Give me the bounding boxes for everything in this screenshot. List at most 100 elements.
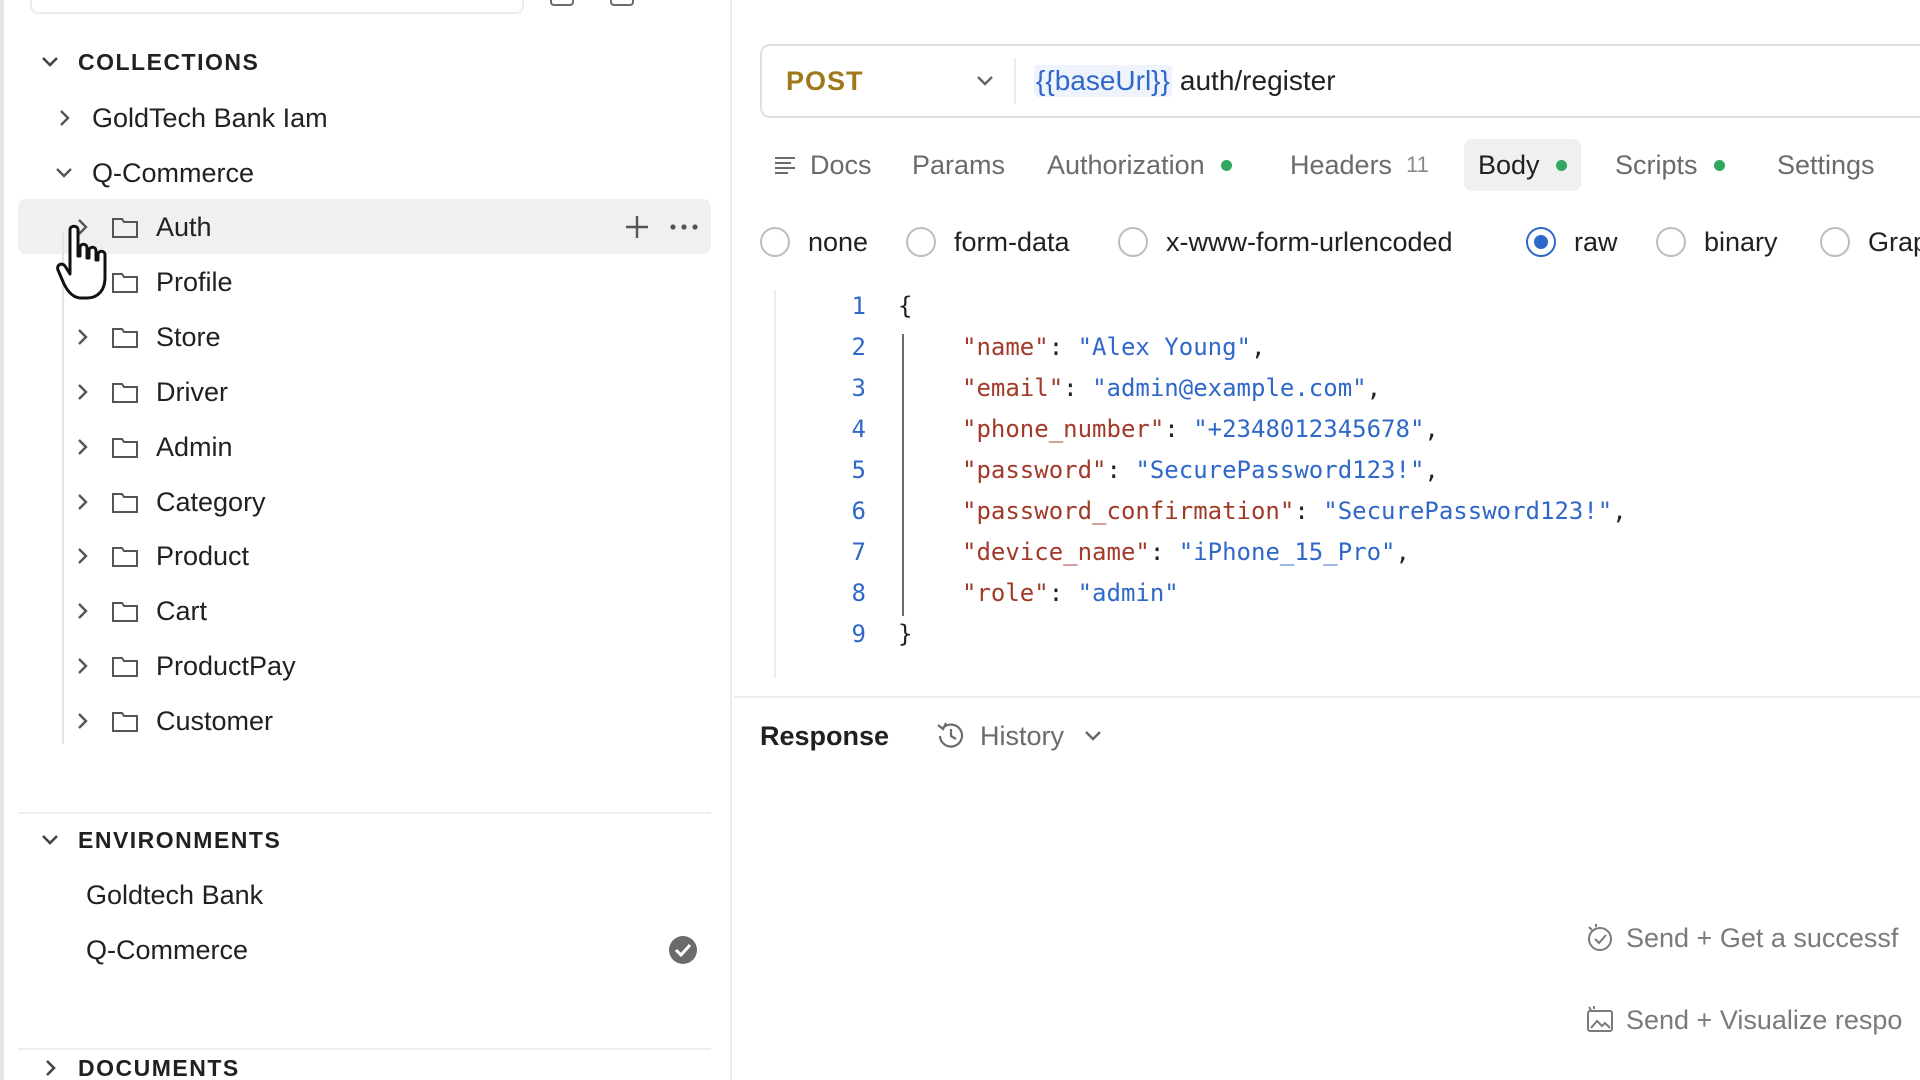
folder-label: Admin xyxy=(156,431,233,462)
tab-params[interactable]: Params xyxy=(912,139,1005,191)
url-path: auth/register xyxy=(1179,65,1336,96)
json-key: "email" xyxy=(962,374,1064,402)
folder-admin[interactable]: Admin xyxy=(68,422,233,472)
chevron-right-icon xyxy=(68,323,96,351)
sidebar-divider xyxy=(18,812,711,814)
docs-icon xyxy=(775,157,795,174)
folder-label: Customer xyxy=(156,705,274,736)
json-comma: , xyxy=(1612,497,1627,525)
tab-body[interactable]: Body xyxy=(1464,139,1581,191)
sidebar: COLLECTIONS GoldTech Bank Iam Q-Commerce… xyxy=(0,0,732,1080)
method-select[interactable]: POST xyxy=(786,46,864,116)
folder-product[interactable]: Product xyxy=(68,531,249,581)
json-value: "admin" xyxy=(1077,579,1179,607)
body-type-label: binary xyxy=(1704,226,1778,257)
image-icon xyxy=(1587,1006,1613,1032)
active-check-icon xyxy=(668,935,698,965)
add-icon[interactable] xyxy=(622,212,652,242)
folder-driver[interactable]: Driver xyxy=(68,367,228,417)
json-comma: , xyxy=(1251,333,1266,361)
body-type-graphql[interactable]: Grap xyxy=(1820,222,1920,262)
url-variable: {{baseUrl}} xyxy=(1034,65,1172,97)
folder-label: Store xyxy=(156,321,221,352)
environment-goldtech[interactable]: Goldtech Bank xyxy=(86,870,263,920)
check-badge-icon xyxy=(1588,924,1612,951)
tab-docs[interactable]: Docs xyxy=(772,139,872,191)
collection-q-commerce[interactable]: Q-Commerce xyxy=(50,148,254,198)
tab-authorization[interactable]: Authorization xyxy=(1047,139,1232,191)
environments-header[interactable]: ENVIRONMENTS xyxy=(36,820,281,860)
sidebar-search-input[interactable] xyxy=(30,0,524,14)
chevron-down-icon xyxy=(50,159,78,187)
status-dot xyxy=(1220,159,1232,171)
folder-label: Cart xyxy=(156,595,208,626)
body-type-urlencoded[interactable]: x-www-form-urlencoded xyxy=(1118,222,1453,262)
line-number: 4 xyxy=(851,415,866,443)
code-line: "phone_number": "+2348012345678", xyxy=(962,415,1439,443)
chevron-right-icon xyxy=(68,542,96,570)
method-label: POST xyxy=(786,65,864,96)
hint-label: Send + Visualize respo xyxy=(1626,1004,1903,1035)
line-number: 5 xyxy=(851,456,866,484)
folder-productpay[interactable]: ProductPay xyxy=(68,641,296,691)
folder-label: Product xyxy=(156,540,250,571)
radio-button[interactable] xyxy=(1820,227,1850,257)
radio-button[interactable] xyxy=(906,227,936,257)
body-type-binary[interactable]: binary xyxy=(1656,222,1778,262)
folder-cart[interactable]: Cart xyxy=(68,586,207,636)
folder-icon xyxy=(110,651,140,681)
hand-cursor-icon xyxy=(56,222,120,302)
collection-goldtech[interactable]: GoldTech Bank Iam xyxy=(50,93,328,143)
body-type-form-data[interactable]: form-data xyxy=(906,222,1070,262)
chevron-right-icon xyxy=(68,488,96,516)
import-icon[interactable] xyxy=(610,0,634,6)
body-type-label: none xyxy=(808,226,869,257)
tab-label: Params xyxy=(912,149,1006,180)
environment-q-commerce[interactable]: Q-Commerce xyxy=(86,925,248,975)
radio-button[interactable] xyxy=(760,227,790,257)
pane-divider[interactable] xyxy=(734,696,1920,698)
folder-icon xyxy=(110,432,140,462)
collections-header[interactable]: COLLECTIONS xyxy=(36,42,259,82)
tab-settings[interactable]: Settings xyxy=(1777,139,1875,191)
radio-button-selected[interactable] xyxy=(1526,227,1556,257)
new-icon[interactable] xyxy=(550,0,574,6)
json-value: "SecurePassword123!" xyxy=(1323,497,1613,525)
radio-button[interactable] xyxy=(1118,227,1148,257)
status-dot xyxy=(1555,159,1567,171)
json-key: "name" xyxy=(962,333,1049,361)
folder-category[interactable]: Category xyxy=(68,477,266,527)
json-value: "+2348012345678" xyxy=(1193,415,1425,443)
folder-label: Profile xyxy=(156,266,233,297)
chevron-down-icon[interactable] xyxy=(972,68,998,94)
hint-send-visualize[interactable]: Send + Visualize respo xyxy=(1584,998,1902,1042)
body-type-raw[interactable]: raw xyxy=(1526,222,1618,262)
collections-header-label: COLLECTIONS xyxy=(78,48,260,75)
hint-send-get-success[interactable]: Send + Get a successf xyxy=(1584,916,1898,960)
body-type-none[interactable]: none xyxy=(760,222,868,262)
folder-icon xyxy=(110,541,140,571)
line-number: 2 xyxy=(851,333,866,361)
collection-label: Q-Commerce xyxy=(92,157,255,188)
json-comma: , xyxy=(1424,415,1439,443)
tab-label: Body xyxy=(1478,149,1540,180)
folder-icon xyxy=(110,487,140,517)
code-line: "device_name": "iPhone_15_Pro", xyxy=(962,538,1410,566)
chevron-right-icon xyxy=(50,104,78,132)
tab-scripts[interactable]: Scripts xyxy=(1615,139,1725,191)
code-close-brace: } xyxy=(898,620,913,648)
documents-header[interactable]: DOCUMENTS xyxy=(36,1048,240,1080)
folder-label: Driver xyxy=(156,376,228,407)
chevron-down-icon xyxy=(36,48,64,76)
folder-customer[interactable]: Customer xyxy=(68,696,273,746)
code-editor[interactable]: 1 2 3 4 5 6 7 8 9 { "name": "Alex Young"… xyxy=(774,290,1920,678)
history-dropdown[interactable]: History xyxy=(934,714,1118,758)
folder-store[interactable]: Store xyxy=(68,312,221,362)
more-options-icon[interactable] xyxy=(668,212,700,242)
radio-button[interactable] xyxy=(1656,227,1686,257)
json-key: "phone_number" xyxy=(962,415,1165,443)
tab-label: Authorization xyxy=(1047,149,1205,180)
url-input[interactable]: {{baseUrl}} auth/register xyxy=(1034,46,1336,116)
tab-headers[interactable]: Headers 11 xyxy=(1290,139,1429,191)
line-number: 3 xyxy=(851,374,866,402)
